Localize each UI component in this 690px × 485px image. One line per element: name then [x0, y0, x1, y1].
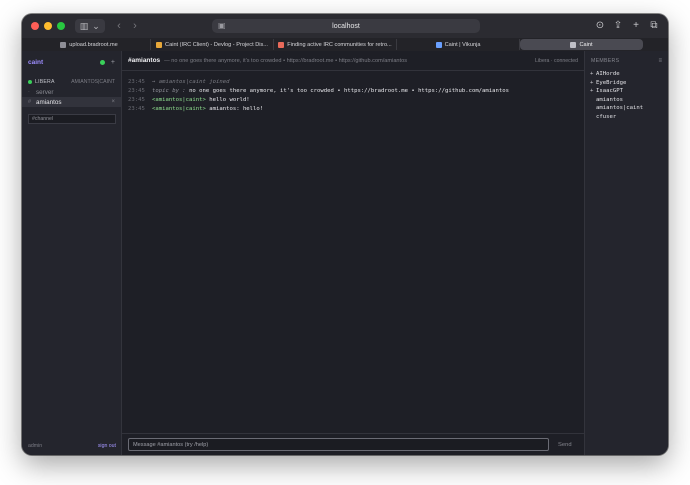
- chevron-down-icon[interactable]: ⌄: [90, 19, 102, 33]
- message-text: amiantos: hello!: [209, 105, 264, 112]
- navigation-buttons: ‹ ›: [113, 19, 141, 33]
- message-row: 23:45 <amiantos|caint> amiantos: hello!: [128, 104, 578, 113]
- window-controls: [31, 22, 65, 30]
- browser-toolbar: ▥ ⌄ ‹ › ▣ localhost ⊙ ⇪ + ⧉: [22, 14, 668, 38]
- tab-caint[interactable]: Caint: [520, 39, 643, 50]
- message-nick[interactable]: <amiantos|caint>: [152, 106, 206, 112]
- sidebar-footer: admin sign out: [22, 443, 122, 449]
- address-bar-url: localhost: [332, 22, 360, 30]
- member-item[interactable]: + EyeBridge: [590, 79, 663, 88]
- close-window-button[interactable]: [31, 22, 39, 30]
- zoom-window-button[interactable]: [57, 22, 65, 30]
- topic-notice: no one goes there anymore, it's too crow…: [189, 87, 509, 94]
- network-name: LIBERA: [35, 79, 55, 85]
- member-item[interactable]: + IsaacGPT: [590, 87, 663, 96]
- message-log: 23:45 → amiantos|caint joined 23:45 topi…: [122, 71, 584, 113]
- chat-pane: #amiantos — no one goes there anymore, i…: [122, 51, 584, 455]
- message-input[interactable]: [128, 438, 549, 451]
- sidebar-item-amiantos[interactable]: # amiantos ×: [22, 97, 121, 107]
- tab-label: Caint (IRC Client) - Devlog - Project Di…: [165, 41, 268, 48]
- tab-bar: upload.bradroot.me Caint (IRC Client) - …: [22, 38, 668, 51]
- tab-favicon: [156, 41, 163, 48]
- tab-favicon: [435, 41, 442, 48]
- message-row: 23:45 topic by : no one goes there anymo…: [128, 86, 578, 95]
- page-settings-icon[interactable]: ▣: [218, 20, 226, 32]
- message-time: 23:45: [128, 105, 145, 112]
- tab-overview-icon[interactable]: ⧉: [648, 19, 660, 33]
- network-nick: AMIANTOS|CAINT: [71, 79, 115, 85]
- message-row: 23:45 → amiantos|caint joined: [128, 77, 578, 86]
- member-nick: amiantos: [596, 96, 623, 103]
- network-connection-status: Libera · connected: [535, 57, 578, 64]
- member-nick: AIHorde: [596, 71, 620, 78]
- connection-status-dot: [99, 59, 105, 65]
- current-user: admin: [28, 443, 43, 449]
- tab-upload-bradroot[interactable]: upload.bradroot.me: [28, 39, 151, 50]
- sign-out-link[interactable]: sign out: [98, 443, 116, 449]
- member-item[interactable]: cfuser: [590, 113, 663, 122]
- message-nick[interactable]: <amiantos|caint>: [152, 97, 206, 103]
- toolbar-actions: ⊙ ⇪ + ⧉: [594, 19, 660, 33]
- browser-window: ▥ ⌄ ‹ › ▣ localhost ⊙ ⇪ + ⧉ upload.bradr…: [22, 14, 668, 455]
- channel-label: server: [36, 88, 54, 96]
- members-title: MEMBERS: [591, 58, 620, 64]
- message-row: 23:45 <amiantos|caint> hello world!: [128, 95, 578, 104]
- member-item[interactable]: amiantos|caint: [590, 104, 663, 113]
- app-brand: caint: [28, 58, 44, 66]
- sidebar-toggle-group: ▥ ⌄: [75, 19, 105, 33]
- member-nick: EyeBridge: [596, 79, 627, 86]
- share-icon[interactable]: ⇪: [612, 19, 624, 33]
- member-nick: IsaacGPT: [596, 88, 623, 95]
- members-header: MEMBERS ≡: [585, 54, 668, 68]
- send-button[interactable]: Send: [558, 442, 572, 448]
- tab-favicon: [278, 41, 285, 48]
- message-time: 23:45: [128, 87, 145, 94]
- member-item[interactable]: amiantos: [590, 96, 663, 105]
- channel-header: #amiantos — no one goes there anymore, i…: [122, 51, 584, 71]
- member-nick: amiantos|caint: [596, 105, 644, 112]
- tab-label: Caint | Vikunja: [444, 41, 481, 48]
- member-nick: cfuser: [596, 113, 617, 120]
- tab-caint-devlog[interactable]: Caint (IRC Client) - Devlog - Project Di…: [151, 39, 274, 50]
- sidebar-item-server[interactable]: · server: [22, 87, 121, 97]
- tab-label: upload.bradroot.me: [69, 41, 118, 48]
- member-item[interactable]: + AIHorde: [590, 70, 663, 79]
- tab-finding-irc[interactable]: Finding active IRC communities for retro…: [274, 39, 397, 50]
- member-list: + AIHorde + EyeBridge + IsaacGPT amianto…: [585, 68, 668, 121]
- new-tab-icon[interactable]: +: [630, 19, 642, 33]
- tab-caint-vikunja[interactable]: Caint | Vikunja: [397, 39, 520, 50]
- network-status-dot: [28, 80, 32, 84]
- sidebar-toggle-icon[interactable]: ▥: [78, 19, 90, 33]
- tab-label: Finding active IRC communities for retro…: [287, 41, 392, 48]
- members-toggle-icon[interactable]: ≡: [658, 58, 662, 64]
- join-notice: → amiantos|caint joined: [152, 78, 230, 85]
- network-libera[interactable]: LIBERA AMIANTOS|CAINT: [22, 77, 121, 87]
- message-text: hello world!: [209, 96, 250, 103]
- tab-label: Caint: [579, 41, 593, 48]
- add-network-button[interactable]: +: [111, 59, 115, 66]
- message-time: 23:45: [128, 78, 145, 85]
- channel-sidebar: caint + LIBERA AMIANTOS|CAINT · server #…: [22, 51, 122, 455]
- brand-row: caint +: [22, 55, 121, 69]
- hash-icon: #: [28, 99, 32, 105]
- address-bar[interactable]: ▣ localhost: [212, 19, 480, 33]
- channel-title: #amiantos: [128, 57, 161, 64]
- topic-by-label: topic by :: [152, 87, 186, 94]
- message-composer: Send: [122, 433, 584, 455]
- members-panel: MEMBERS ≡ + AIHorde + EyeBridge + IsaacG…: [584, 51, 668, 455]
- channel-label: amiantos: [36, 98, 62, 106]
- close-channel-button[interactable]: ×: [111, 99, 115, 105]
- minimize-window-button[interactable]: [44, 22, 52, 30]
- downloads-icon[interactable]: ⊙: [594, 19, 606, 33]
- channel-topic: — no one goes there anymore, it's too cr…: [164, 57, 408, 64]
- back-arrow-icon[interactable]: ‹: [113, 19, 125, 33]
- join-channel-input[interactable]: [28, 114, 116, 124]
- caint-app: caint + LIBERA AMIANTOS|CAINT · server #…: [22, 51, 668, 455]
- tab-favicon: [60, 41, 67, 48]
- message-time: 23:45: [128, 96, 145, 103]
- tab-favicon: [570, 41, 577, 48]
- forward-arrow-icon[interactable]: ›: [129, 19, 141, 33]
- server-icon: ·: [28, 89, 30, 95]
